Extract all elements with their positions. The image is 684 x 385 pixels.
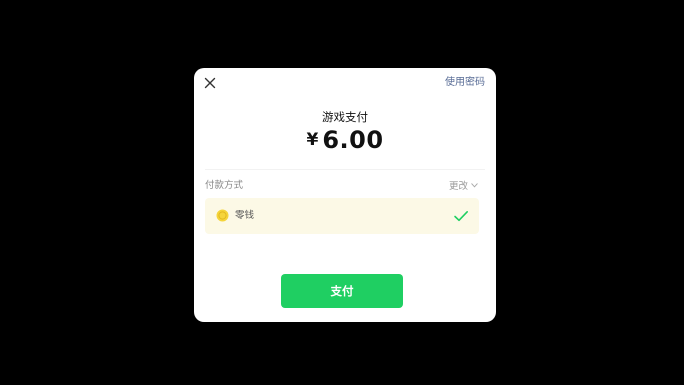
payment-dialog: 使用密码 游戏支付 ¥6.00 付款方式 更改 零钱 支付 [194, 68, 496, 322]
coin-icon [216, 209, 229, 222]
change-method-label: 更改 [448, 181, 468, 192]
divider [205, 169, 485, 170]
payment-amount: ¥6.00 [194, 125, 496, 158]
change-method-button[interactable]: 更改 [449, 179, 478, 194]
close-icon [202, 75, 218, 91]
payment-title: 游戏支付 [322, 110, 368, 124]
use-password-link[interactable]: 使用密码 [445, 76, 485, 90]
amount-value: 6.00 [322, 126, 384, 154]
pay-button[interactable]: 支付 [281, 274, 403, 308]
payment-method-name: 零钱 [235, 210, 255, 221]
payment-method-option[interactable]: 零钱 [205, 198, 479, 234]
close-button[interactable] [202, 75, 218, 91]
currency-symbol: ¥ [306, 130, 319, 150]
chevron-down-icon [471, 179, 478, 193]
check-icon [453, 208, 469, 224]
payment-method-label: 付款方式 [205, 180, 244, 191]
